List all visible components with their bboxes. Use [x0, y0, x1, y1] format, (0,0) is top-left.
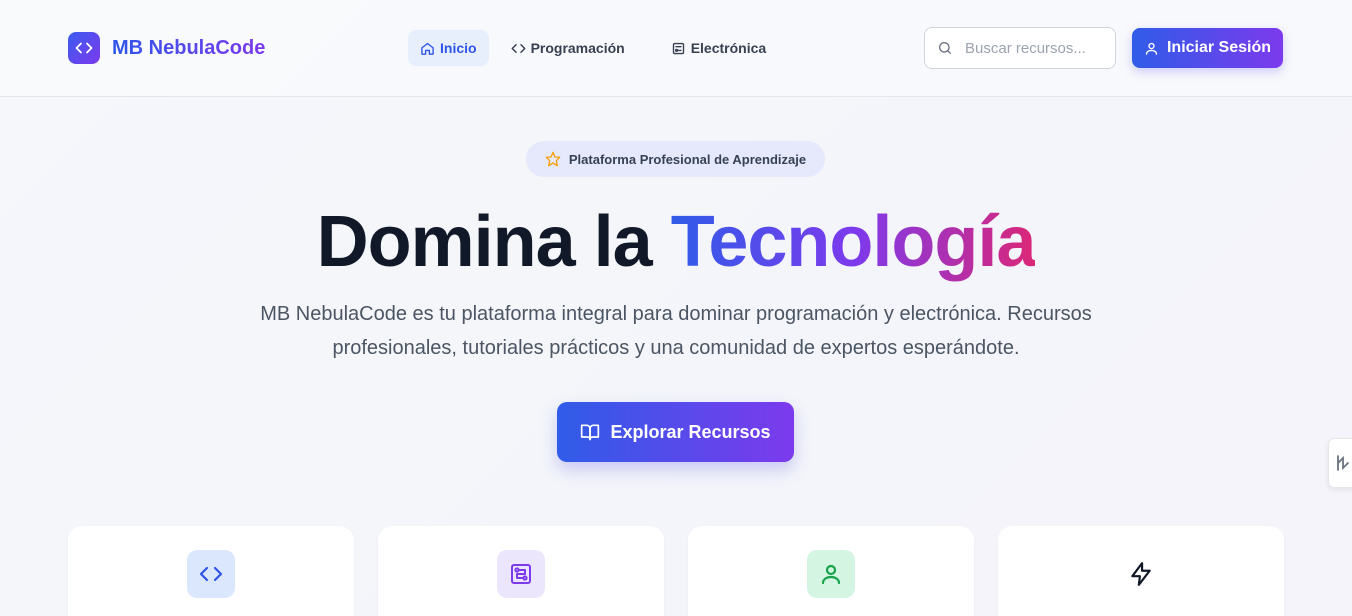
activity-icon — [1337, 455, 1349, 471]
code-icon — [511, 43, 526, 53]
login-button[interactable]: Iniciar Sesión — [1132, 28, 1283, 68]
nav-label: Inicio — [440, 40, 477, 56]
home-icon — [421, 42, 434, 55]
main-nav: Inicio Programación Electrónica — [408, 30, 788, 66]
hero-title: Domina la Tecnología — [0, 200, 1352, 284]
brand-name: MB NebulaCode — [112, 36, 266, 59]
nav-label: Programación — [530, 40, 625, 56]
user-icon — [807, 550, 855, 598]
code-icon — [68, 32, 100, 64]
feature-card-electronics[interactable] — [378, 526, 664, 616]
hero-description: MB NebulaCode es tu plataforma integral … — [260, 303, 1092, 359]
user-icon — [1145, 42, 1158, 55]
star-icon — [545, 151, 561, 167]
side-floating-tab[interactable] — [1328, 438, 1352, 488]
hero-badge: Plataforma Profesional de Aprendizaje — [526, 141, 825, 177]
explore-label: Explorar Recursos — [610, 421, 771, 442]
explore-resources-button[interactable]: Explorar Recursos — [557, 402, 794, 462]
feature-card-speed[interactable] — [998, 526, 1284, 616]
brand-logo[interactable]: MB NebulaCode — [68, 32, 265, 64]
nav-item-inicio[interactable]: Inicio — [408, 30, 489, 66]
code-icon — [187, 550, 235, 598]
feature-card-community[interactable] — [688, 526, 974, 616]
search-input[interactable] — [965, 39, 1105, 57]
search-icon — [939, 42, 951, 54]
book-open-icon — [581, 424, 600, 441]
nav-item-programacion[interactable]: Programación — [499, 30, 637, 66]
top-navbar: MB NebulaCode Inicio Programación Electr… — [0, 0, 1352, 97]
hero-title-highlight: Tecnología — [670, 202, 1037, 282]
chip-icon — [672, 42, 684, 54]
hero-title-plain: Domina la — [316, 202, 671, 282]
bolt-icon — [1117, 550, 1165, 598]
circuit-icon — [497, 550, 545, 598]
nav-label: Electrónica — [690, 40, 767, 56]
badge-label: Plataforma Profesional de Aprendizaje — [568, 151, 807, 167]
nav-item-electronica[interactable]: Electrónica — [659, 30, 778, 66]
login-label: Iniciar Sesión — [1166, 39, 1272, 56]
feature-card-programming[interactable] — [68, 526, 354, 616]
search-box[interactable] — [924, 27, 1116, 69]
